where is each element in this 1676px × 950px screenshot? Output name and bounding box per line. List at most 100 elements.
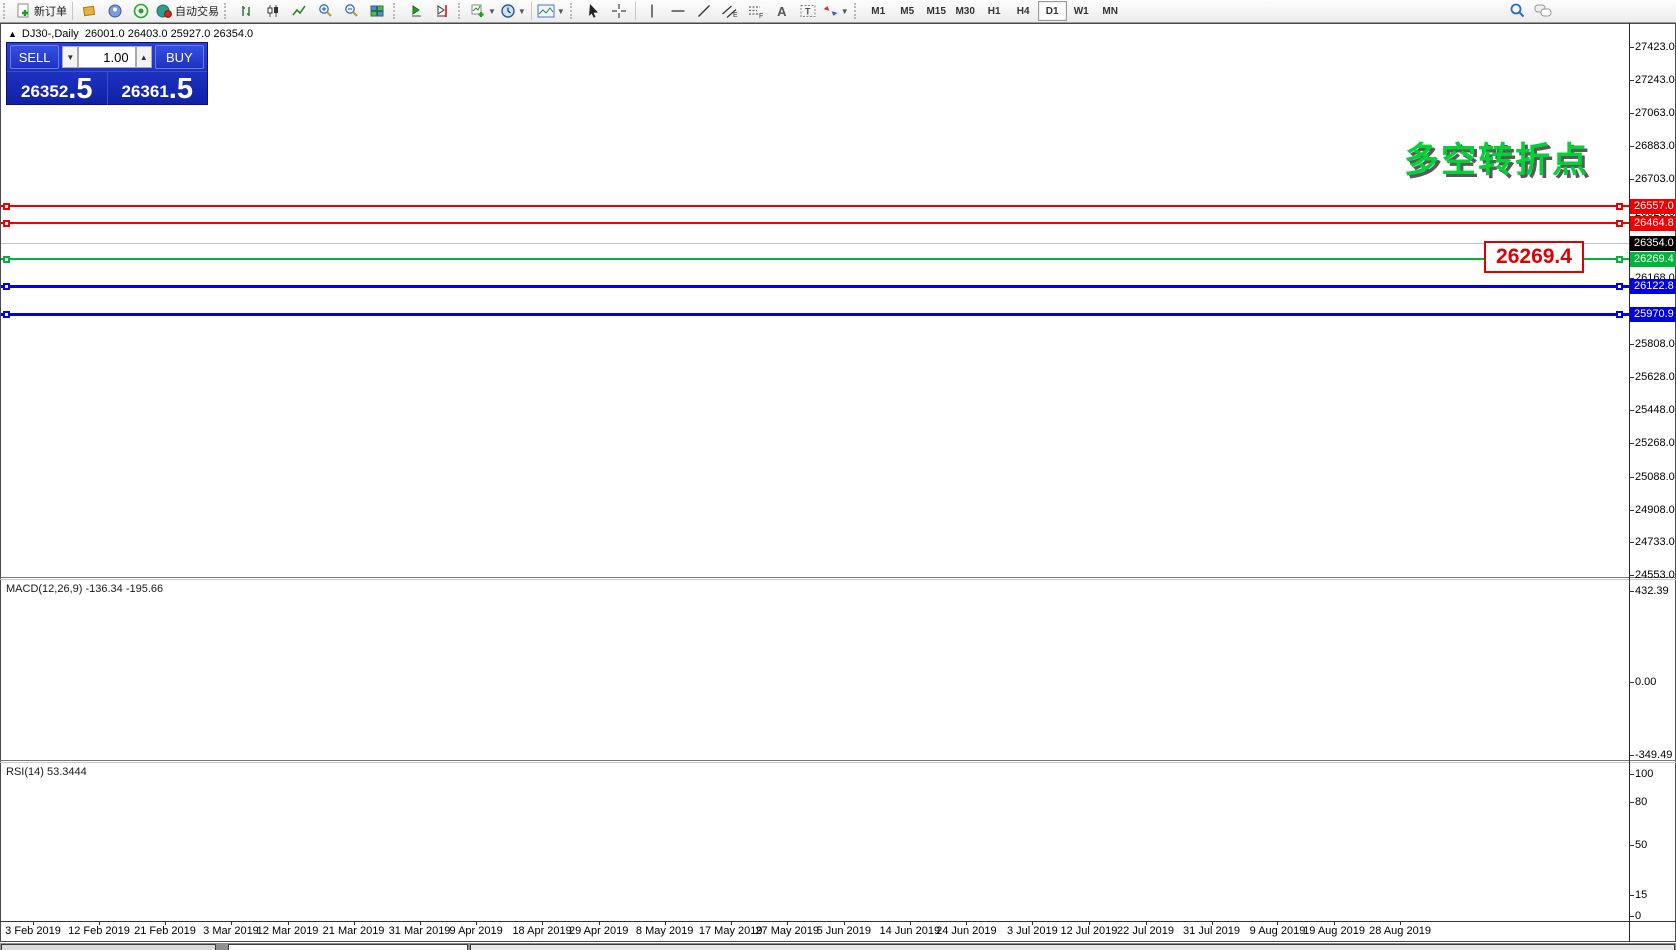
arrows-button[interactable]: ▼ bbox=[821, 1, 851, 21]
hline-26557[interactable] bbox=[1, 205, 1629, 207]
bottom-tab-strip bbox=[0, 943, 1676, 950]
price-tag: 26354.0 bbox=[1630, 236, 1676, 251]
price-callout-box[interactable]: 26269.4 bbox=[1484, 241, 1584, 273]
toolbar-grip bbox=[3, 3, 10, 19]
horizontal-line-button[interactable] bbox=[665, 1, 691, 21]
autoscroll-icon bbox=[408, 3, 424, 19]
chart-shift-button[interactable] bbox=[429, 1, 455, 21]
svg-text:F: F bbox=[759, 13, 763, 19]
periods-button[interactable]: ▼ bbox=[498, 1, 528, 21]
hline-26464.8[interactable] bbox=[1, 222, 1629, 224]
hline-25970.9[interactable] bbox=[1, 313, 1629, 316]
hline-handle[interactable] bbox=[3, 256, 10, 263]
volume-input[interactable]: 1.00 bbox=[78, 46, 135, 68]
price-axis-tick-mark bbox=[1629, 146, 1634, 147]
hline-handle[interactable] bbox=[1616, 220, 1623, 227]
bottom-tab-active[interactable] bbox=[228, 944, 468, 950]
hline-26122.8[interactable] bbox=[1, 285, 1629, 288]
hline-handle[interactable] bbox=[3, 220, 10, 227]
timeframe-MN[interactable]: MN bbox=[1096, 1, 1125, 21]
arrows-icon bbox=[823, 3, 839, 19]
equidistant-channel-button[interactable]: E bbox=[717, 1, 743, 21]
crosshair-button[interactable] bbox=[606, 1, 632, 21]
bottom-tab[interactable] bbox=[1, 944, 216, 950]
signals-button[interactable] bbox=[128, 1, 154, 21]
zoom-out-button[interactable] bbox=[338, 1, 364, 21]
macd-label: MACD(12,26,9) -136.34 -195.66 bbox=[6, 583, 163, 595]
zoom-in-button[interactable] bbox=[312, 1, 338, 21]
bottom-tab[interactable] bbox=[470, 944, 1675, 950]
search-button[interactable] bbox=[1504, 1, 1530, 21]
fibonacci-button[interactable]: F bbox=[743, 1, 769, 21]
date-tick-mark bbox=[165, 921, 166, 925]
sell-price[interactable]: 26352.5 bbox=[7, 72, 108, 105]
date-label: 31 Mar 2019 bbox=[389, 925, 451, 937]
timeframe-H4[interactable]: H4 bbox=[1009, 1, 1038, 21]
volume-up-button[interactable]: ▲ bbox=[136, 46, 152, 68]
date-tick-mark bbox=[288, 921, 289, 925]
collapse-arrow-icon[interactable]: ▲ bbox=[8, 29, 17, 39]
timeframe-D1[interactable]: D1 bbox=[1038, 1, 1067, 21]
date-tick-mark bbox=[420, 921, 421, 925]
date-label: 29 Apr 2019 bbox=[569, 925, 628, 937]
market-watch-button[interactable] bbox=[76, 1, 102, 21]
rsi-label: RSI(14) 53.3444 bbox=[6, 766, 87, 778]
price-axis-border bbox=[1629, 23, 1630, 942]
autotrading-button[interactable]: 自动交易 bbox=[154, 1, 221, 21]
volume-down-button[interactable]: ▼ bbox=[62, 46, 78, 68]
new-order-button[interactable]: 新订单 bbox=[13, 1, 69, 21]
symbol-period: DJ30-,Daily bbox=[22, 28, 79, 40]
date-tick-mark bbox=[231, 921, 232, 925]
hline-26354[interactable] bbox=[1, 243, 1629, 244]
line-chart-button[interactable] bbox=[286, 1, 312, 21]
indicators-button[interactable]: ▼ bbox=[468, 1, 498, 21]
bar-chart-button[interactable] bbox=[234, 1, 260, 21]
turning-point-annotation[interactable]: 多空转折点 bbox=[1404, 132, 1589, 183]
tile-windows-button[interactable] bbox=[364, 1, 390, 21]
zoom-in-icon bbox=[317, 3, 333, 19]
hline-handle[interactable] bbox=[1616, 283, 1623, 290]
autoscroll-button[interactable] bbox=[403, 1, 429, 21]
buy-price[interactable]: 26361.5 bbox=[108, 72, 208, 105]
hline-handle[interactable] bbox=[3, 311, 10, 318]
timeframe-W1[interactable]: W1 bbox=[1067, 1, 1096, 21]
price-axis-tick-mark bbox=[1629, 179, 1634, 180]
timeframe-M1[interactable]: M1 bbox=[864, 1, 893, 21]
text-label-icon: T bbox=[799, 3, 817, 19]
price-axis-tick: 24553.0 bbox=[1635, 569, 1675, 581]
buy-button[interactable]: BUY bbox=[155, 45, 204, 69]
sell-button[interactable]: SELL bbox=[10, 45, 59, 69]
candlestick-chart-button[interactable] bbox=[260, 1, 286, 21]
chart-shift-icon bbox=[434, 3, 450, 19]
hline-26269.4[interactable] bbox=[1, 258, 1629, 260]
timeframe-M30[interactable]: M30 bbox=[951, 1, 980, 21]
text-label-button[interactable]: T bbox=[795, 1, 821, 21]
svg-text:E: E bbox=[733, 12, 738, 19]
timeframe-M5[interactable]: M5 bbox=[893, 1, 922, 21]
price-axis-tick: 25808.0 bbox=[1635, 338, 1675, 350]
navigator-button[interactable] bbox=[102, 1, 128, 21]
rsi-panel-separator[interactable] bbox=[0, 760, 1676, 761]
date-label: 3 Jul 2019 bbox=[1007, 925, 1058, 937]
hline-handle[interactable] bbox=[1616, 203, 1623, 210]
periods-icon bbox=[500, 3, 516, 19]
text-button[interactable]: A bbox=[769, 1, 795, 21]
hline-handle[interactable] bbox=[3, 283, 10, 290]
date-tick-mark bbox=[1400, 921, 1401, 925]
price-axis-tick: 27063.0 bbox=[1635, 107, 1675, 119]
zoom-out-icon bbox=[343, 3, 359, 19]
timeframe-M15[interactable]: M15 bbox=[922, 1, 951, 21]
date-tick-mark bbox=[844, 921, 845, 925]
hline-handle[interactable] bbox=[1616, 256, 1623, 263]
vertical-line-button[interactable] bbox=[639, 1, 665, 21]
hline-handle[interactable] bbox=[1616, 311, 1623, 318]
hline-handle[interactable] bbox=[3, 203, 10, 210]
timeframe-H1[interactable]: H1 bbox=[980, 1, 1009, 21]
indicators-icon bbox=[470, 3, 486, 19]
chat-button[interactable] bbox=[1530, 1, 1556, 21]
trendline-button[interactable] bbox=[691, 1, 717, 21]
toolbar-right-group bbox=[1504, 1, 1556, 21]
cursor-button[interactable] bbox=[580, 1, 606, 21]
templates-button[interactable]: ▼ bbox=[535, 1, 567, 21]
macd-panel-separator[interactable] bbox=[0, 577, 1676, 578]
